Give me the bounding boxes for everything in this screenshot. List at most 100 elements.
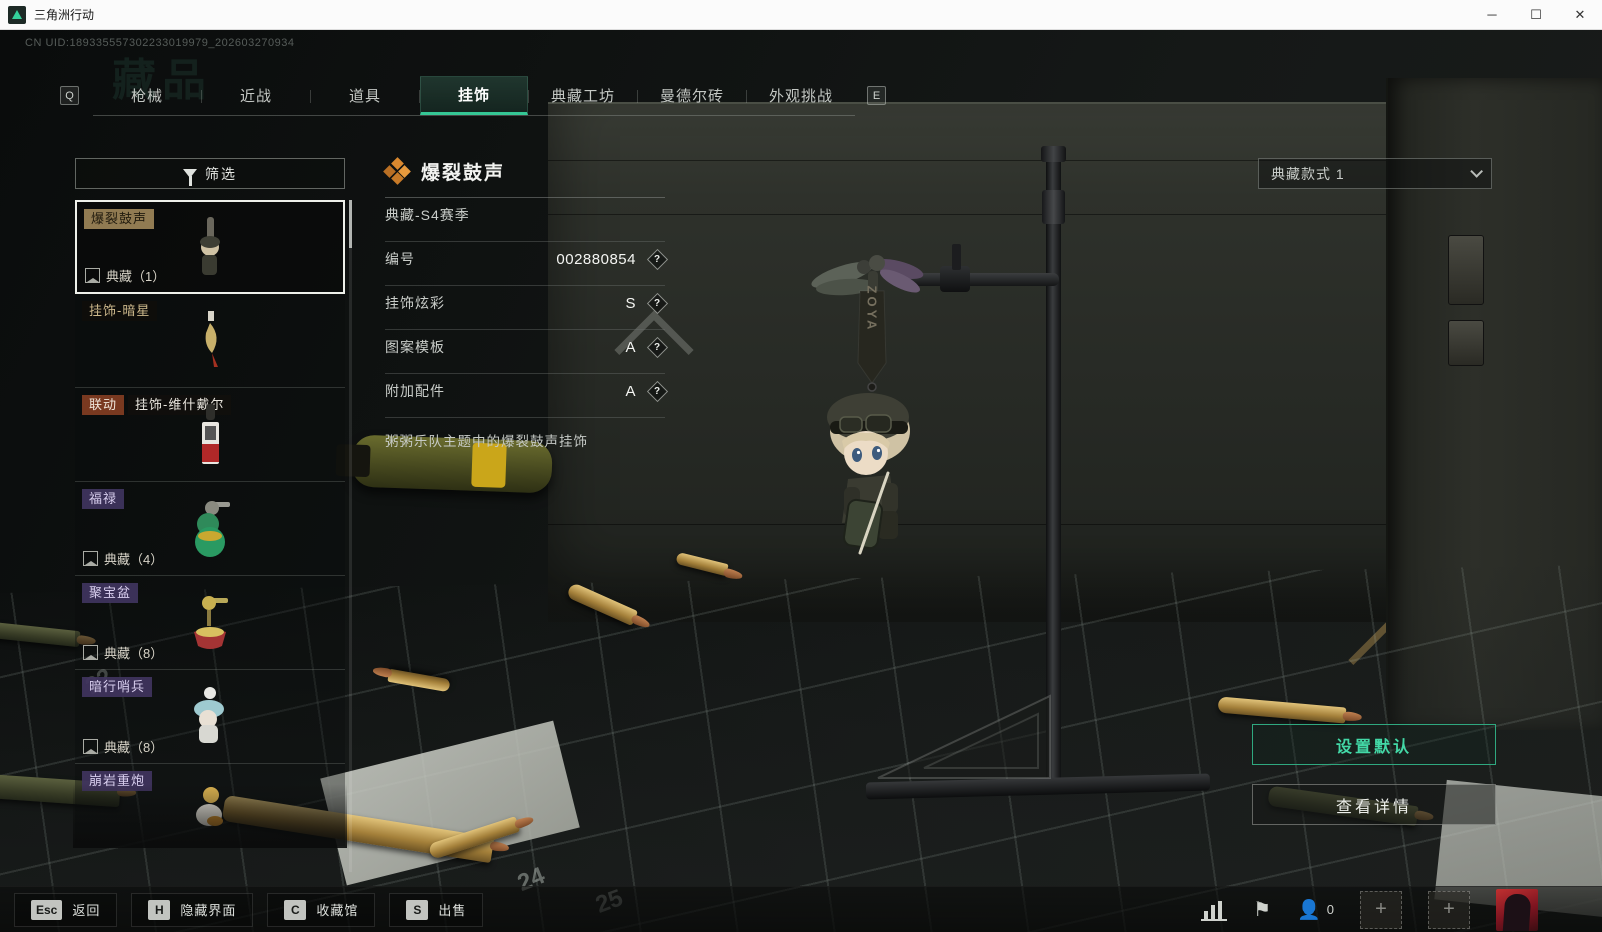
help-icon[interactable]: ? [647,380,668,401]
stand-pole-cap [1041,146,1066,162]
tab-appearance-challenge[interactable]: 外观挑战 [747,76,855,115]
tab-charms[interactable]: 挂饰 [420,76,528,115]
list-scrollbar[interactable] [349,200,352,872]
charm-thumbnail [182,592,238,654]
style-dropdown-value: 典藏款式 1 [1271,164,1345,184]
row-value: S [625,295,636,312]
hanging-charm: ZOYA [790,235,970,575]
filter-button[interactable]: 筛选 [75,158,345,189]
charm-thumbnail [185,785,235,841]
rarity-badge: 福禄 [82,489,124,509]
row-label: 挂饰炫彩 [385,293,445,313]
rarity-gem-icon [385,159,409,183]
charm-thumbnail [188,309,232,373]
collab-badge: 联动 [82,395,124,415]
report-button[interactable]: ⚑ [1253,897,1271,922]
row-label: 编号 [385,249,415,269]
triangle-ruler [872,690,1058,782]
list-item-wisadel[interactable]: 联动 挂饰-维什戴尔 [75,388,345,482]
collection-count: 典藏（8） [104,737,163,756]
collection-count: 典藏（1） [106,266,165,285]
maximize-button[interactable]: ☐ [1514,0,1558,29]
stats-button[interactable] [1201,899,1227,921]
list-item-shadow-sentinel[interactable]: 暗行哨兵 典藏（8） [75,670,345,764]
collection-count-icon [83,551,98,566]
minimize-button[interactable]: ─ [1470,0,1514,29]
rarity-badge: 聚宝盆 [82,583,138,603]
tab-collection-workshop[interactable]: 典藏工坊 [529,76,637,115]
rarity-badge: 挂饰-暗星 [82,301,157,321]
sell-shortcut[interactable]: S 出售 [389,893,483,927]
extra-accessory-row: 附加配件 A ? [385,374,665,408]
scrollbar-thumb[interactable] [349,200,352,248]
rarity-badge: 崩岩重炮 [82,771,152,791]
tab-melee[interactable]: 近战 [202,76,310,115]
flag-icon: ⚑ [1253,897,1271,922]
category-tabbar: Q 枪械 近战 道具 挂饰 典藏工坊 曼德尔砖 外观挑战 E [60,76,900,116]
charm-list: 爆裂鼓声 典藏（1） 挂饰-暗星 联动 挂饰-维什戴尔 [75,200,345,846]
next-tab-key-hint: E [867,86,886,105]
charm-thumbnail [188,402,232,468]
charm-thumbnail [188,215,232,279]
tab-mandel-brick[interactable]: 曼德尔砖 [638,76,746,115]
list-item-dark-star[interactable]: 挂饰-暗星 [75,294,345,388]
game-viewport: 22 23 24 25 [0,30,1602,932]
list-item-treasure-bowl[interactable]: 聚宝盆 典藏（8） [75,576,345,670]
collection-hall-shortcut[interactable]: C 收藏馆 [267,893,375,927]
avatar[interactable] [1496,889,1538,931]
h-keycap: H [148,900,170,920]
collection-count-icon [85,268,100,283]
filter-icon [183,169,197,178]
invite-slot-button[interactable]: + [1360,891,1402,929]
c-keycap: C [284,900,306,920]
collection-count-icon [83,645,98,660]
window-titlebar: 三角洲行动 ─ ☐ ✕ [0,0,1602,30]
charm-thumbnail [185,685,235,749]
invite-slot-button[interactable]: + [1428,891,1470,929]
hide-ui-shortcut[interactable]: H 隐藏界面 [131,893,253,927]
tab-guns[interactable]: 枪械 [93,76,201,115]
filter-label: 筛选 [205,164,237,184]
help-icon[interactable]: ? [647,336,668,357]
row-label: 附加配件 [385,381,445,401]
charm-colorway-row: 挂饰炫彩 S ? [385,286,665,320]
bar-chart-icon [1201,899,1227,921]
bottom-bar: Esc 返回 H 隐藏界面 C 收藏馆 S 出售 ⚑ [0,886,1602,932]
row-value: A [625,339,636,356]
collection-count: 典藏（4） [104,549,163,568]
s-keycap: S [406,900,428,920]
screen: 三角洲行动 ─ ☐ ✕ 22 23 24 25 [0,0,1602,932]
squad-count: 0 [1327,902,1334,917]
help-icon[interactable]: ? [647,292,668,313]
row-label: 图案模板 [385,337,445,357]
charm-detail-panel: 爆裂鼓声 典藏-S4赛季 编号 002880854 ? 挂饰炫彩 S ? 图案模… [385,154,665,450]
collection-count: 典藏（8） [104,643,163,662]
svg-text:ZOYA: ZOYA [865,286,880,333]
charm-title: 爆裂鼓声 [421,158,505,185]
season-row: 典藏-S4赛季 [385,198,665,232]
view-details-button[interactable]: 查看详情 [1252,784,1496,825]
close-button[interactable]: ✕ [1558,0,1602,29]
rarity-badge: 暗行哨兵 [82,677,152,697]
chevron-down-icon [1470,165,1483,178]
row-value: A [625,383,636,400]
pattern-template-row: 图案模板 A ? [385,330,665,364]
charm-thumbnail [182,498,238,560]
list-item-fulu[interactable]: 福禄 典藏（4） [75,482,345,576]
list-item-burst-drums[interactable]: 爆裂鼓声 典藏（1） [75,200,345,294]
serial-row: 编号 002880854 ? [385,242,665,276]
set-default-button[interactable]: 设置默认 [1252,724,1496,765]
window-title: 三角洲行动 [34,6,94,23]
squad-button[interactable]: 👤 0 [1297,898,1334,922]
esc-keycap: Esc [31,900,62,920]
list-item-rockfall-cannon[interactable]: 崩岩重炮 [75,764,345,846]
charm-list-sidebar: 筛选 爆裂鼓声 典藏（1） 挂饰-暗星 联动 挂饰-维什戴尔 [75,158,345,846]
prev-tab-key-hint: Q [60,86,79,105]
help-icon[interactable]: ? [647,248,668,269]
back-shortcut[interactable]: Esc 返回 [14,893,117,927]
style-dropdown[interactable]: 典藏款式 1 [1258,158,1492,189]
people-icon: 👤 [1297,898,1321,922]
charm-description: 粥粥乐队主题中的爆裂鼓声挂饰 [385,430,665,450]
status-icon-bar: ⚑ 👤 0 + + [1201,889,1602,931]
tab-props[interactable]: 道具 [311,76,419,115]
